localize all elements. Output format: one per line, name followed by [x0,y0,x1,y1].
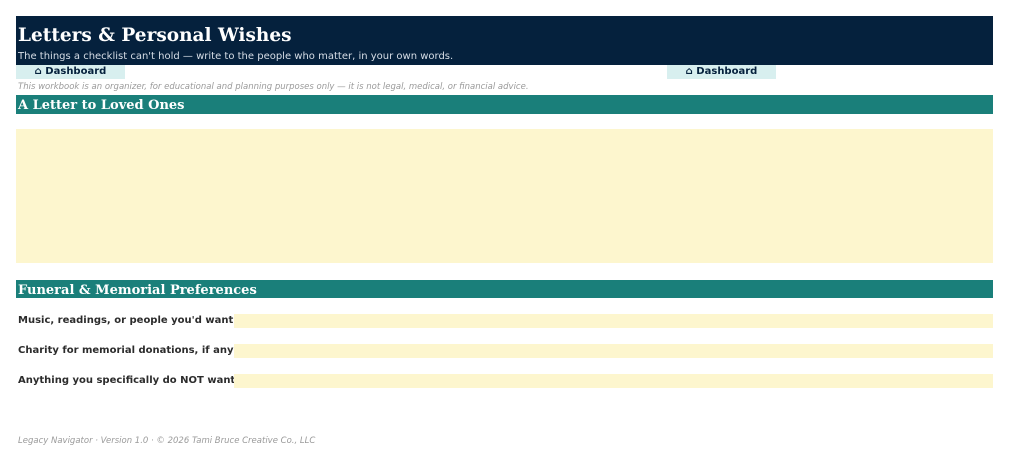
section-title-letter: A Letter to Loved Ones [18,98,185,113]
page-header: Letters & Personal Wishes The things a c… [16,16,993,65]
do-not-want-label: Anything you specifically do NOT want [18,375,234,386]
dashboard-button[interactable]: ⌂ Dashboard [16,65,125,79]
music-readings-label: Music, readings, or people you'd want [18,315,234,326]
music-readings-input[interactable] [234,314,993,328]
disclaimer-text: This workbook is an organizer, for educa… [18,82,529,92]
charity-label: Charity for memorial donations, if any [18,345,234,356]
section-header-letter: A Letter to Loved Ones [16,95,993,114]
charity-input[interactable] [234,344,993,358]
section-header-funeral: Funeral & Memorial Preferences [16,280,993,298]
letter-textarea[interactable] [16,129,993,263]
page-subtitle: The things a checklist can't hold — writ… [18,51,454,62]
page-title: Letters & Personal Wishes [18,25,292,46]
dashboard-button-right[interactable]: ⌂ Dashboard [667,65,776,79]
section-title-funeral: Funeral & Memorial Preferences [18,283,257,298]
footer-text: Legacy Navigator · Version 1.0 · © 2026 … [18,436,316,446]
do-not-want-input[interactable] [234,374,993,388]
